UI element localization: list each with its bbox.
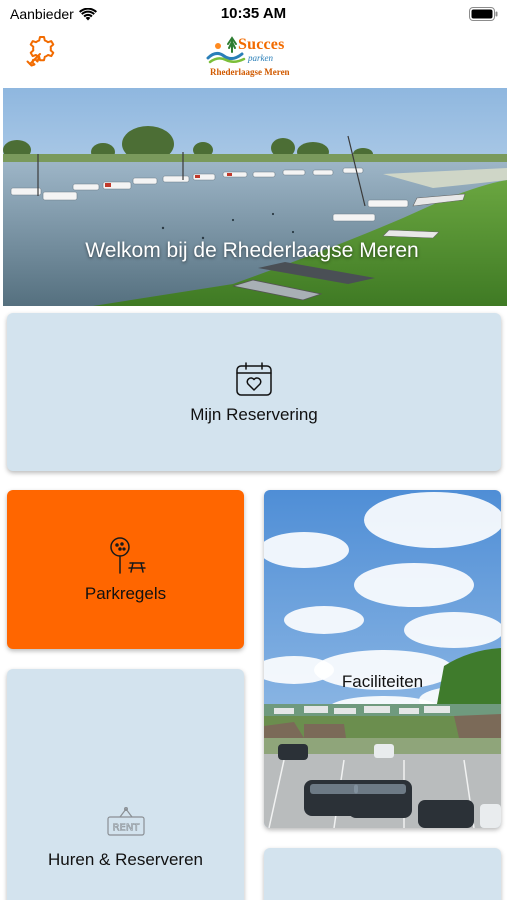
reservation-tile[interactable]: Mijn Reservering	[7, 313, 501, 471]
calendar-heart-icon	[236, 362, 272, 396]
succesparken-logo: Succes parken Rhederlaagse Meren	[206, 30, 302, 80]
logo-sub-text: parken	[248, 53, 273, 63]
facilities-label: Faciliteiten	[341, 672, 424, 691]
hero-title: Welkom bij de Rhederlaagse Meren	[85, 239, 419, 262]
settings-button[interactable]	[22, 31, 62, 71]
sign-picnic-table-icon	[109, 537, 146, 574]
reservation-label: Mijn Reservering	[190, 405, 318, 424]
status-bar: Aanbieder 10:35 AM	[0, 0, 507, 28]
app-header: Succes parken Rhederlaagse Meren	[0, 28, 507, 86]
park-rules-label: Parkregels	[84, 584, 167, 603]
rent-sign-icon: RENT	[106, 806, 145, 836]
rent-label: Huren & Reserveren	[48, 850, 203, 869]
logo-park-name: Rhederlaagse Meren	[210, 67, 290, 77]
status-time: 10:35 AM	[220, 5, 287, 22]
hero-banner	[3, 88, 507, 306]
facilities-tile[interactable]: Faciliteiten	[264, 490, 501, 828]
logo-brand-text: Succes	[238, 36, 285, 53]
facilities-photo	[264, 490, 501, 828]
rent-tile[interactable]: RENT Huren & Reserveren	[7, 669, 244, 900]
svg-text:RENT: RENT	[112, 823, 140, 834]
hero-lake-photo	[3, 88, 507, 306]
next-tile[interactable]	[264, 848, 501, 900]
settings-wrench-gear-icon	[26, 36, 55, 67]
park-rules-tile[interactable]: Parkregels	[7, 490, 244, 649]
battery-icon	[469, 7, 498, 21]
